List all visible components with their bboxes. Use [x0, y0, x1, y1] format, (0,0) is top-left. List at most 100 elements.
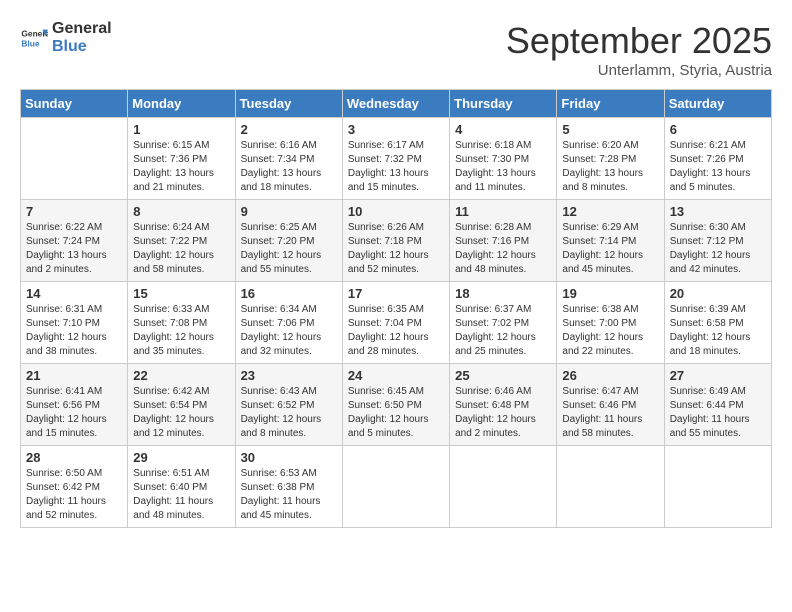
- calendar-day-cell: 2 Sunrise: 6:16 AM Sunset: 7:34 PM Daylig…: [235, 118, 342, 200]
- day-info: Sunrise: 6:37 AM Sunset: 7:02 PM Dayligh…: [455, 303, 551, 359]
- day-info: Sunrise: 6:33 AM Sunset: 7:08 PM Dayligh…: [133, 303, 229, 359]
- day-info: Sunrise: 6:46 AM Sunset: 6:48 PM Dayligh…: [455, 385, 551, 441]
- day-info: Sunrise: 6:20 AM Sunset: 7:28 PM Dayligh…: [562, 139, 658, 195]
- col-header-thursday: Thursday: [450, 90, 557, 118]
- calendar-day-cell: 3 Sunrise: 6:17 AM Sunset: 7:32 PM Daylig…: [342, 118, 449, 200]
- calendar-day-cell: 28Sunrise: 6:50 AM Sunset: 6:42 PM Dayli…: [21, 446, 128, 528]
- day-info: Sunrise: 6:47 AM Sunset: 6:46 PM Dayligh…: [562, 385, 658, 441]
- day-info: Sunrise: 6:43 AM Sunset: 6:52 PM Dayligh…: [241, 385, 337, 441]
- day-info: Sunrise: 6:22 AM Sunset: 7:24 PM Dayligh…: [26, 221, 122, 277]
- day-number: 26: [562, 368, 658, 383]
- day-number: 28: [26, 450, 122, 465]
- day-number: 8: [133, 204, 229, 219]
- calendar-week-4: 21 Sunrise: 6:41 AM Sunset: 6:56 PM Dayli…: [21, 364, 772, 446]
- col-header-wednesday: Wednesday: [342, 90, 449, 118]
- logo-general: General: [52, 20, 112, 38]
- calendar-day-cell: [557, 446, 664, 528]
- calendar-day-cell: 18Sunrise: 6:37 AM Sunset: 7:02 PM Dayli…: [450, 282, 557, 364]
- day-number: 11: [455, 204, 551, 219]
- calendar-day-cell: 12 Sunrise: 6:29 AM Sunset: 7:14 PM Dayli…: [557, 200, 664, 282]
- col-header-tuesday: Tuesday: [235, 90, 342, 118]
- day-number: 12: [562, 204, 658, 219]
- day-info: Sunrise: 6:34 AM Sunset: 7:06 PM Dayligh…: [241, 303, 337, 359]
- calendar-day-cell: 19 Sunrise: 6:38 AM Sunset: 7:00 PM Dayli…: [557, 282, 664, 364]
- day-number: 5: [562, 122, 658, 137]
- calendar-week-1: 1Sunrise: 6:15 AM Sunset: 7:36 PM Daylig…: [21, 118, 772, 200]
- day-number: 25: [455, 368, 551, 383]
- day-info: Sunrise: 6:16 AM Sunset: 7:34 PM Dayligh…: [241, 139, 337, 195]
- day-info: Sunrise: 6:17 AM Sunset: 7:32 PM Dayligh…: [348, 139, 444, 195]
- page-header: General Blue General Blue September 2025…: [20, 20, 772, 79]
- svg-text:Blue: Blue: [21, 38, 39, 48]
- day-info: Sunrise: 6:42 AM Sunset: 6:54 PM Dayligh…: [133, 385, 229, 441]
- calendar-day-cell: 21 Sunrise: 6:41 AM Sunset: 6:56 PM Dayli…: [21, 364, 128, 446]
- day-number: 7: [26, 204, 122, 219]
- calendar-day-cell: 14 Sunrise: 6:31 AM Sunset: 7:10 PM Dayli…: [21, 282, 128, 364]
- day-info: Sunrise: 6:29 AM Sunset: 7:14 PM Dayligh…: [562, 221, 658, 277]
- day-info: Sunrise: 6:31 AM Sunset: 7:10 PM Dayligh…: [26, 303, 122, 359]
- calendar-week-5: 28Sunrise: 6:50 AM Sunset: 6:42 PM Dayli…: [21, 446, 772, 528]
- day-info: Sunrise: 6:41 AM Sunset: 6:56 PM Dayligh…: [26, 385, 122, 441]
- calendar-day-cell: 22 Sunrise: 6:42 AM Sunset: 6:54 PM Dayli…: [128, 364, 235, 446]
- day-number: 20: [670, 286, 766, 301]
- day-info: Sunrise: 6:45 AM Sunset: 6:50 PM Dayligh…: [348, 385, 444, 441]
- calendar-day-cell: 15 Sunrise: 6:33 AM Sunset: 7:08 PM Dayli…: [128, 282, 235, 364]
- day-number: 2: [241, 122, 337, 137]
- logo-blue: Blue: [52, 38, 112, 56]
- day-number: 30: [241, 450, 337, 465]
- day-info: Sunrise: 6:49 AM Sunset: 6:44 PM Dayligh…: [670, 385, 766, 441]
- day-info: Sunrise: 6:35 AM Sunset: 7:04 PM Dayligh…: [348, 303, 444, 359]
- calendar-day-cell: [450, 446, 557, 528]
- calendar-day-cell: 1Sunrise: 6:15 AM Sunset: 7:36 PM Daylig…: [128, 118, 235, 200]
- calendar-week-3: 14 Sunrise: 6:31 AM Sunset: 7:10 PM Dayli…: [21, 282, 772, 364]
- day-number: 22: [133, 368, 229, 383]
- calendar-day-cell: 23Sunrise: 6:43 AM Sunset: 6:52 PM Dayli…: [235, 364, 342, 446]
- day-info: Sunrise: 6:38 AM Sunset: 7:00 PM Dayligh…: [562, 303, 658, 359]
- day-info: Sunrise: 6:39 AM Sunset: 6:58 PM Dayligh…: [670, 303, 766, 359]
- col-header-monday: Monday: [128, 90, 235, 118]
- day-info: Sunrise: 6:26 AM Sunset: 7:18 PM Dayligh…: [348, 221, 444, 277]
- calendar-day-cell: 17Sunrise: 6:35 AM Sunset: 7:04 PM Dayli…: [342, 282, 449, 364]
- col-header-saturday: Saturday: [664, 90, 771, 118]
- col-header-sunday: Sunday: [21, 90, 128, 118]
- month-title: September 2025: [506, 20, 772, 62]
- calendar-day-cell: 13Sunrise: 6:30 AM Sunset: 7:12 PM Dayli…: [664, 200, 771, 282]
- day-number: 21: [26, 368, 122, 383]
- calendar-day-cell: 4 Sunrise: 6:18 AM Sunset: 7:30 PM Daylig…: [450, 118, 557, 200]
- day-number: 4: [455, 122, 551, 137]
- day-number: 6: [670, 122, 766, 137]
- day-info: Sunrise: 6:21 AM Sunset: 7:26 PM Dayligh…: [670, 139, 766, 195]
- day-number: 15: [133, 286, 229, 301]
- calendar-day-cell: 24 Sunrise: 6:45 AM Sunset: 6:50 PM Dayli…: [342, 364, 449, 446]
- day-info: Sunrise: 6:28 AM Sunset: 7:16 PM Dayligh…: [455, 221, 551, 277]
- day-info: Sunrise: 6:30 AM Sunset: 7:12 PM Dayligh…: [670, 221, 766, 277]
- day-info: Sunrise: 6:24 AM Sunset: 7:22 PM Dayligh…: [133, 221, 229, 277]
- day-info: Sunrise: 6:25 AM Sunset: 7:20 PM Dayligh…: [241, 221, 337, 277]
- day-info: Sunrise: 6:53 AM Sunset: 6:38 PM Dayligh…: [241, 467, 337, 523]
- calendar-day-cell: 30 Sunrise: 6:53 AM Sunset: 6:38 PM Dayli…: [235, 446, 342, 528]
- day-number: 14: [26, 286, 122, 301]
- calendar-day-cell: 25 Sunrise: 6:46 AM Sunset: 6:48 PM Dayli…: [450, 364, 557, 446]
- calendar-day-cell: [342, 446, 449, 528]
- day-number: 9: [241, 204, 337, 219]
- calendar-day-cell: 7 Sunrise: 6:22 AM Sunset: 7:24 PM Daylig…: [21, 200, 128, 282]
- calendar-day-cell: 8 Sunrise: 6:24 AM Sunset: 7:22 PM Daylig…: [128, 200, 235, 282]
- day-number: 24: [348, 368, 444, 383]
- calendar-day-cell: 9 Sunrise: 6:25 AM Sunset: 7:20 PM Daylig…: [235, 200, 342, 282]
- calendar-week-2: 7 Sunrise: 6:22 AM Sunset: 7:24 PM Daylig…: [21, 200, 772, 282]
- day-number: 19: [562, 286, 658, 301]
- col-header-friday: Friday: [557, 90, 664, 118]
- logo-icon: General Blue: [20, 24, 48, 52]
- day-info: Sunrise: 6:18 AM Sunset: 7:30 PM Dayligh…: [455, 139, 551, 195]
- calendar-day-cell: 29 Sunrise: 6:51 AM Sunset: 6:40 PM Dayli…: [128, 446, 235, 528]
- day-number: 29: [133, 450, 229, 465]
- calendar-day-cell: 16Sunrise: 6:34 AM Sunset: 7:06 PM Dayli…: [235, 282, 342, 364]
- title-block: September 2025 Unterlamm, Styria, Austri…: [506, 20, 772, 79]
- location-subtitle: Unterlamm, Styria, Austria: [506, 62, 772, 79]
- logo: General Blue General Blue: [20, 20, 112, 55]
- day-info: Sunrise: 6:51 AM Sunset: 6:40 PM Dayligh…: [133, 467, 229, 523]
- day-number: 1: [133, 122, 229, 137]
- calendar-table: SundayMondayTuesdayWednesdayThursdayFrid…: [20, 89, 772, 528]
- day-number: 3: [348, 122, 444, 137]
- day-number: 27: [670, 368, 766, 383]
